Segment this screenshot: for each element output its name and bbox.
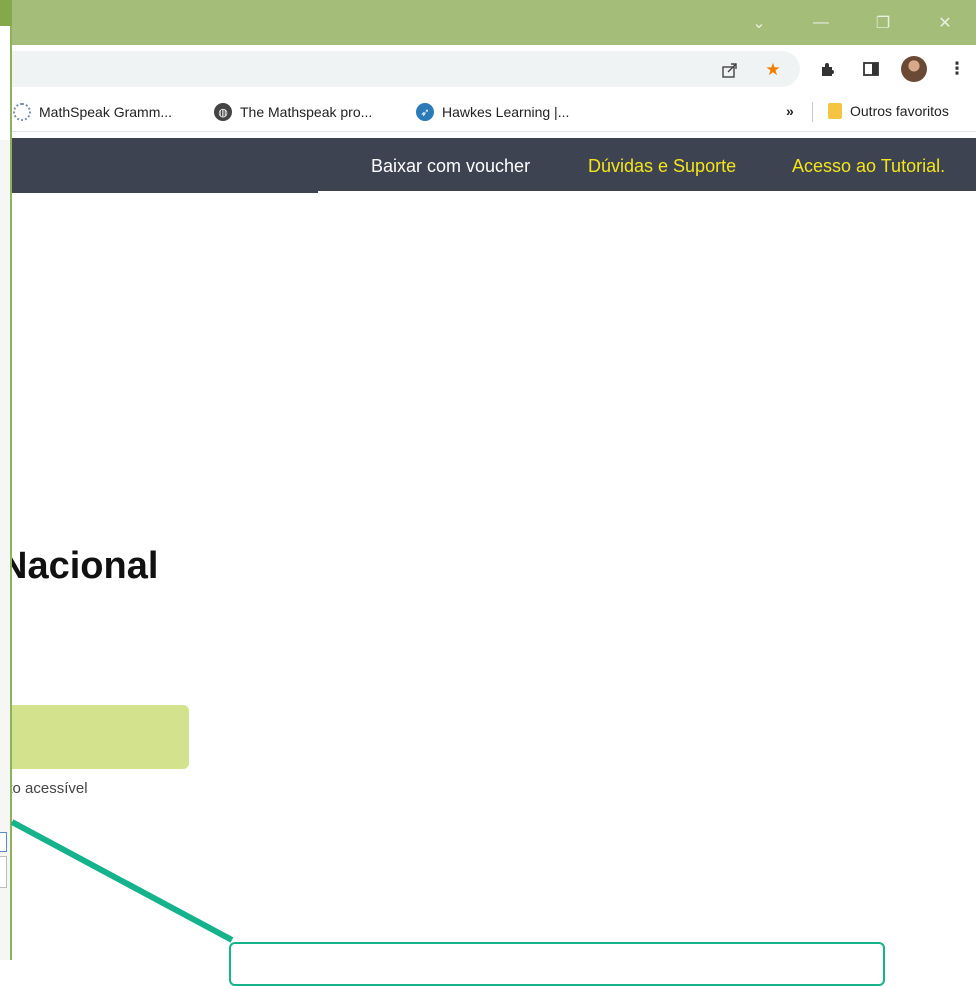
callout-box: [229, 942, 885, 986]
callout-pointer: [10, 819, 234, 943]
